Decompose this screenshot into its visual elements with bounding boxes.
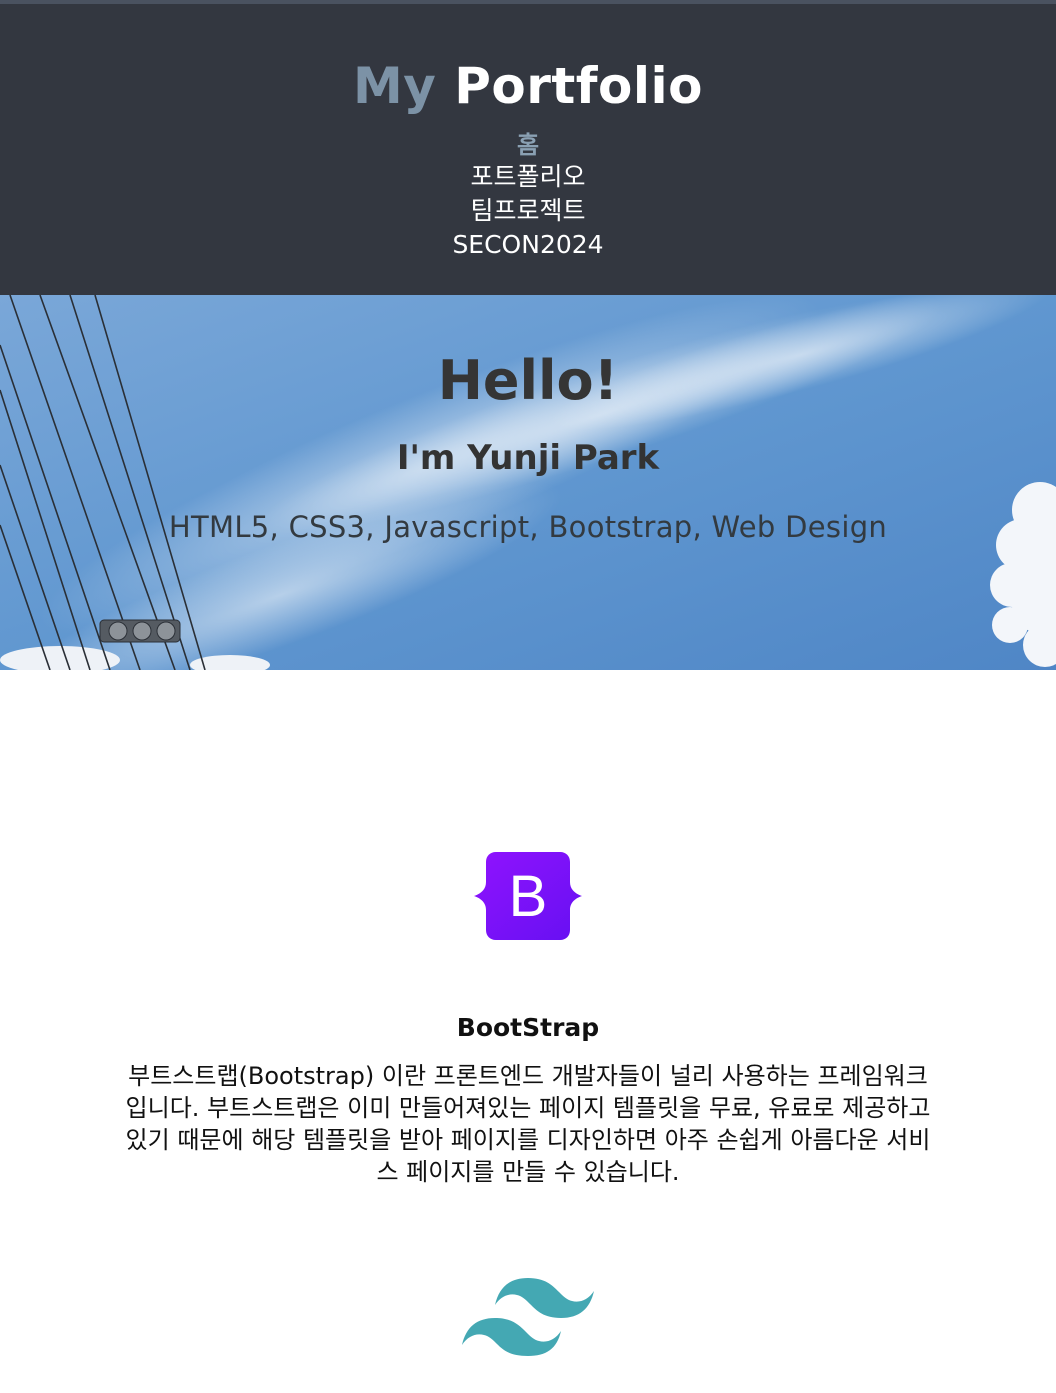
nav-team-project-link[interactable]: 팀프로젝트	[0, 194, 1056, 228]
brand-rest-word: Portfolio	[454, 57, 704, 115]
skills-section: B BootStrap 부트스트랩(Bootstrap) 이란 프론트엔드 개발…	[0, 852, 1056, 1356]
skill-description: 부트스트랩(Bootstrap) 이란 프론트엔드 개발자들이 널리 사용하는 …	[125, 1062, 931, 1186]
tailwind-logo-icon	[462, 1278, 594, 1356]
hero-banner: Hello! I'm Yunji Park HTML5, CSS3, Javas…	[0, 295, 1056, 670]
skill-card-bootstrap: B BootStrap 부트스트랩(Bootstrap) 이란 프론트엔드 개발…	[108, 852, 948, 1188]
nav-home-link[interactable]: 홈	[0, 130, 1056, 160]
hero-subtitle: I'm Yunji Park	[396, 438, 660, 478]
site-header: My Portfolio 홈 포트폴리오 팀프로젝트 SECON2024	[0, 4, 1056, 295]
brand-first-word: My	[352, 57, 437, 115]
skill-card-tailwind	[108, 1276, 948, 1356]
nav-secon2024-link[interactable]: SECON2024	[0, 228, 1056, 262]
hero-content: Hello! I'm Yunji Park HTML5, CSS3, Javas…	[0, 295, 1056, 546]
skill-name: BootStrap	[456, 1013, 600, 1042]
bootstrap-logo-icon: B	[474, 852, 582, 940]
nav-portfolio-link[interactable]: 포트폴리오	[0, 160, 1056, 194]
main-nav: 홈 포트폴리오 팀프로젝트 SECON2024	[0, 130, 1056, 262]
bootstrap-logo-letter: B	[509, 864, 548, 929]
brand-logo[interactable]: My Portfolio	[0, 56, 1056, 116]
hero-skills-text: HTML5, CSS3, Javascript, Bootstrap, Web …	[168, 510, 888, 544]
hero-title: Hello!	[437, 349, 619, 412]
